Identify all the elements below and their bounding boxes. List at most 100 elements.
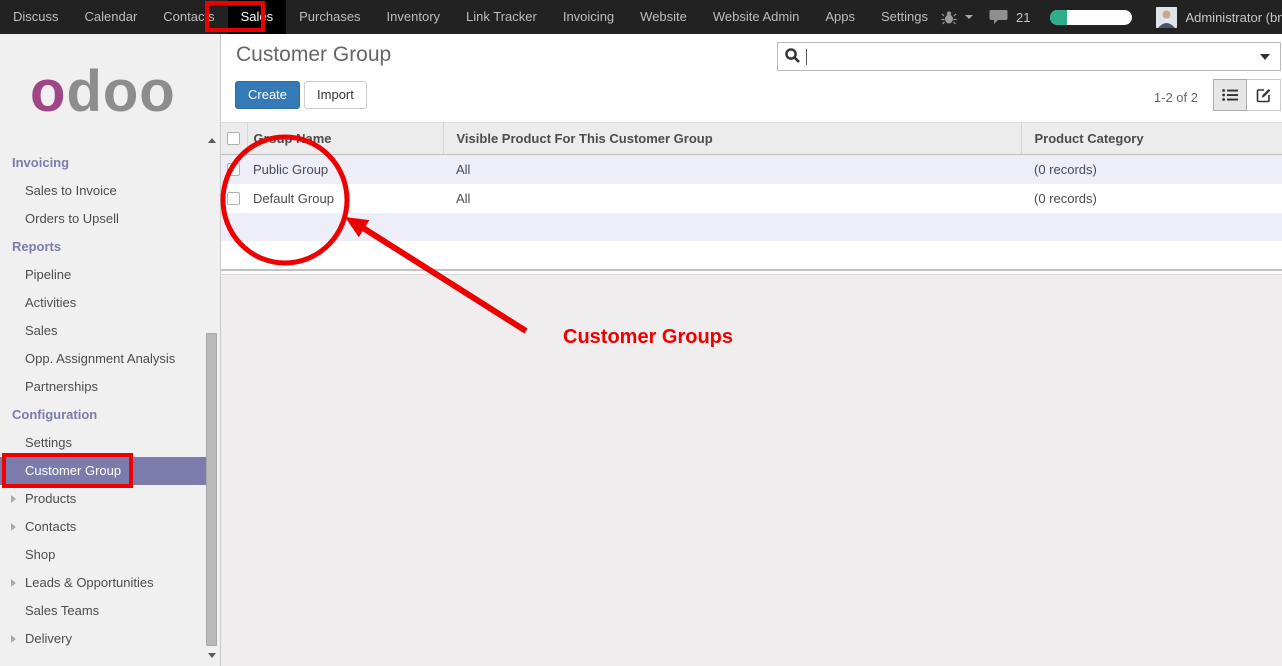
expand-arrow-icon[interactable] <box>11 579 16 587</box>
page-title: Customer Group <box>236 43 391 67</box>
list-view: Group Name Visible Product For This Cust… <box>221 123 1282 275</box>
table-header-row: Group Name Visible Product For This Cust… <box>221 123 1282 155</box>
sidebar-item-products[interactable]: Products <box>0 485 206 513</box>
table-filler-row <box>221 241 1282 269</box>
control-panel: Customer Group Create Import 1-2 of 2 <box>221 34 1282 123</box>
table-filler-row <box>221 213 1282 241</box>
sidebar-item-label: Sales Teams <box>25 603 99 618</box>
sidebar-item-label: Products <box>25 491 76 506</box>
logo-accent-letter: o <box>30 59 66 124</box>
cell-group-name[interactable]: Default Group <box>247 184 443 213</box>
scroll-down-icon[interactable] <box>208 653 216 658</box>
sidebar-item-label: Sales <box>25 323 58 338</box>
message-count[interactable]: 21 <box>1016 10 1030 25</box>
nav-item-purchases[interactable]: Purchases <box>286 0 373 34</box>
cell-visible-product[interactable]: All <box>443 155 1021 185</box>
sidebar-section-reports: Reports <box>0 233 206 261</box>
sidebar-item-label: Contacts <box>25 519 76 534</box>
sidebar-scrollbar[interactable] <box>205 134 219 666</box>
nav-item-link-tracker[interactable]: Link Tracker <box>453 0 550 34</box>
sidebar-item-label: Settings <box>25 435 72 450</box>
avatar[interactable] <box>1156 7 1177 28</box>
sidebar-item-activities[interactable]: Activities <box>0 289 206 317</box>
expand-arrow-icon[interactable] <box>11 523 16 531</box>
sidebar-item-label: Leads & Opportunities <box>25 575 154 590</box>
nav-item-settings[interactable]: Settings <box>868 0 941 34</box>
nav-item-website[interactable]: Website <box>627 0 700 34</box>
logo-gray-letters: doo <box>66 59 175 124</box>
select-all-cell <box>221 123 247 155</box>
sidebar-item-label: Sales to Invoice <box>25 183 117 198</box>
column-header-group-name[interactable]: Group Name <box>247 123 443 155</box>
sidebar-item-orders-to-upsell[interactable]: Orders to Upsell <box>0 205 206 233</box>
main-content: Customer Group Create Import 1-2 of 2 <box>220 34 1282 666</box>
pager-range: 1-2 of 2 <box>1154 90 1198 105</box>
search-dropdown-caret-icon[interactable] <box>1260 54 1270 60</box>
nav-item-discuss[interactable]: Discuss <box>0 0 72 34</box>
sidebar-item-sales-teams[interactable]: Sales Teams <box>0 597 206 625</box>
import-button[interactable]: Import <box>304 81 367 109</box>
cell-product-category[interactable]: (0 records) <box>1021 184 1282 213</box>
cell-group-name[interactable]: Public Group <box>247 155 443 185</box>
sidebar-item-label: Partnerships <box>25 379 98 394</box>
sidebar-item-sales-report[interactable]: Sales <box>0 317 206 345</box>
debug-bug-icon[interactable] <box>941 10 957 25</box>
user-menu[interactable]: Administrator (braintree) <box>1185 10 1282 25</box>
edit-form-icon <box>1256 87 1272 103</box>
list-icon <box>1222 88 1238 102</box>
column-header-visible-product[interactable]: Visible Product For This Customer Group <box>443 123 1021 155</box>
sidebar-item-leads-opportunities[interactable]: Leads & Opportunities <box>0 569 206 597</box>
expand-arrow-icon[interactable] <box>11 635 16 643</box>
view-switcher <box>1213 79 1281 111</box>
sidebar-item-label: Customer Group <box>25 463 121 478</box>
sidebar: odoo Invoicing Sales to Invoice Orders t… <box>0 34 220 666</box>
nav-item-calendar[interactable]: Calendar <box>72 0 151 34</box>
table-end-divider <box>221 269 1282 275</box>
expand-arrow-icon[interactable] <box>11 495 16 503</box>
sidebar-item-partnerships[interactable]: Partnerships <box>0 373 206 401</box>
debug-caret-icon[interactable] <box>965 15 973 19</box>
row-checkbox[interactable] <box>227 192 240 205</box>
search-input[interactable] <box>777 42 1281 71</box>
sidebar-section-configuration: Configuration <box>0 401 206 429</box>
sidebar-menu: Invoicing Sales to Invoice Orders to Ups… <box>0 139 206 653</box>
sidebar-item-customer-group[interactable]: Customer Group <box>0 457 206 485</box>
nav-item-contacts[interactable]: Contacts <box>150 0 227 34</box>
top-navbar: Discuss Calendar Contacts Sales Purchase… <box>0 0 1282 34</box>
sidebar-item-label: Activities <box>25 295 76 310</box>
nav-item-apps[interactable]: Apps <box>812 0 868 34</box>
sidebar-item-label: Orders to Upsell <box>25 211 119 226</box>
nav-item-sales[interactable]: Sales <box>228 0 287 34</box>
sidebar-item-label: Pipeline <box>25 267 71 282</box>
select-all-checkbox[interactable] <box>227 132 240 145</box>
sidebar-item-contacts[interactable]: Contacts <box>0 513 206 541</box>
nav-item-inventory[interactable]: Inventory <box>374 0 453 34</box>
sidebar-item-sales-to-invoice[interactable]: Sales to Invoice <box>0 177 206 205</box>
table-row[interactable]: Public Group All (0 records) <box>221 155 1282 185</box>
search-icon <box>784 47 801 67</box>
list-view-button[interactable] <box>1213 79 1247 111</box>
form-view-button[interactable] <box>1247 79 1281 111</box>
column-header-product-category[interactable]: Product Category <box>1021 123 1282 155</box>
sidebar-item-settings[interactable]: Settings <box>0 429 206 457</box>
trial-progress-pill[interactable] <box>1050 10 1132 25</box>
row-checkbox[interactable] <box>227 163 240 176</box>
nav-item-website-admin[interactable]: Website Admin <box>700 0 812 34</box>
text-cursor <box>806 49 807 65</box>
nav-item-invoicing[interactable]: Invoicing <box>550 0 627 34</box>
sidebar-item-label: Opp. Assignment Analysis <box>25 351 175 366</box>
messages-icon[interactable] <box>989 9 1008 25</box>
cell-product-category[interactable]: (0 records) <box>1021 155 1282 185</box>
odoo-logo: odoo <box>0 34 220 139</box>
trial-progress-fill <box>1050 10 1067 25</box>
sidebar-item-pipeline[interactable]: Pipeline <box>0 261 206 289</box>
cell-visible-product[interactable]: All <box>443 184 1021 213</box>
scroll-up-icon[interactable] <box>208 138 216 143</box>
sidebar-item-shop[interactable]: Shop <box>0 541 206 569</box>
sidebar-item-label: Delivery <box>25 631 72 646</box>
create-button[interactable]: Create <box>235 81 300 109</box>
table-row[interactable]: Default Group All (0 records) <box>221 184 1282 213</box>
sidebar-item-opp-assignment-analysis[interactable]: Opp. Assignment Analysis <box>0 345 206 373</box>
scrollbar-thumb[interactable] <box>206 333 217 646</box>
sidebar-item-delivery[interactable]: Delivery <box>0 625 206 653</box>
